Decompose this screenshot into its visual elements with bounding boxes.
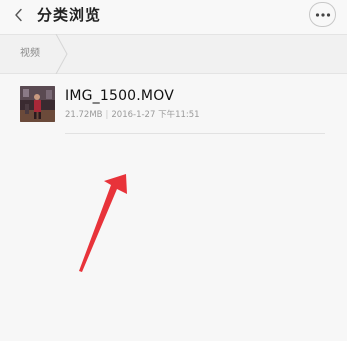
title-bar: 分类浏览 xyxy=(0,0,347,34)
file-name: IMG_1500.MOV xyxy=(65,88,174,104)
breadcrumb-chevron-icon xyxy=(55,34,68,74)
list-divider xyxy=(65,133,325,134)
file-manager-screen: 分类浏览 视频 IMG_1500.MOV 21.72MB | 2016-1-27… xyxy=(0,0,347,341)
page-title: 分类浏览 xyxy=(37,6,102,24)
file-meta: 21.72MB | 2016-1-27 下午11:51 xyxy=(65,110,200,120)
file-size: 21.72MB xyxy=(65,110,103,120)
meta-separator: | xyxy=(105,110,109,120)
video-thumbnail xyxy=(20,86,55,122)
file-date: 2016-1-27 下午11:51 xyxy=(111,110,200,120)
breadcrumb: 视频 xyxy=(0,34,347,74)
more-horizontal-icon xyxy=(315,12,330,17)
list-item[interactable]: IMG_1500.MOV 21.72MB | 2016-1-27 下午11:51 xyxy=(0,74,347,134)
back-button[interactable] xyxy=(9,4,29,26)
breadcrumb-item-label: 视频 xyxy=(20,48,40,59)
chevron-left-icon xyxy=(15,8,22,22)
breadcrumb-item-video[interactable]: 视频 xyxy=(0,34,68,74)
more-options-button[interactable] xyxy=(309,2,336,27)
